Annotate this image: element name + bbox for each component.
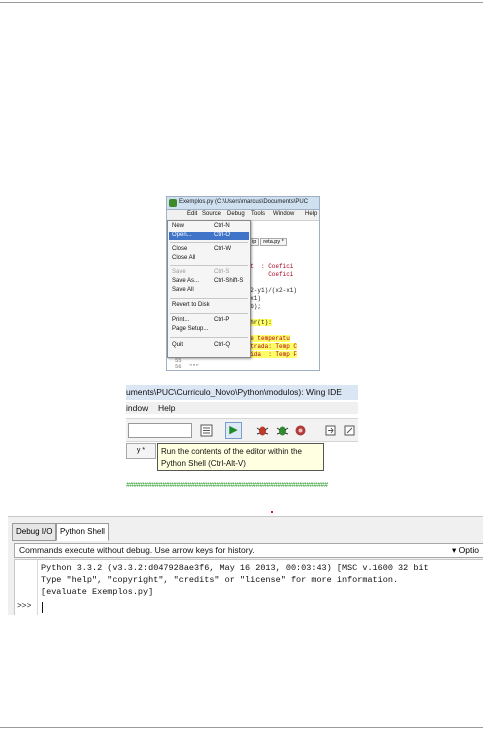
menu-item-label: Page Setup... [172, 326, 209, 332]
tab-python-shell[interactable]: Python Shell [56, 523, 109, 541]
search-field[interactable] [128, 423, 192, 438]
editor-tab-reta[interactable]: reta.py * [260, 238, 287, 246]
menu-tools[interactable]: Tools [251, 211, 265, 217]
line-number-gutter: 55 56 """ [167, 357, 199, 370]
step-out-icon[interactable] [341, 422, 358, 439]
wing-app-icon [169, 199, 177, 207]
menu-window[interactable]: indow [126, 403, 148, 413]
code-line: Saida : Temp F [243, 351, 298, 359]
menu-item-shortcut: Ctrl-Shift-S [214, 278, 244, 284]
menu-item-print[interactable]: Print... Ctrl-P [172, 317, 246, 325]
toolbar: ▶ [126, 418, 358, 442]
menu-item-shortcut: Ctrl-N [214, 223, 230, 229]
menu-debug[interactable]: Debug [227, 211, 245, 217]
debug-bug-icon[interactable] [254, 422, 271, 439]
menu-item-label: Print... [172, 317, 190, 323]
editor-tabs: ip reta.py * [249, 238, 288, 247]
page-bottom-rule [0, 727, 483, 728]
code-text: Saida : Temp F [243, 351, 298, 358]
console-output-line: [evaluate Exemplos.py] [41, 587, 154, 597]
file-menu-dropdown: New Ctrl-N Open... Ctrl-O Close Ctrl-W Clos… [167, 220, 251, 358]
title-bar: uments\PUC\Curriculo_Novo\Python\modulos… [126, 385, 358, 400]
tab-debug-io[interactable]: Debug I/O [12, 523, 57, 541]
menu-item-open[interactable]: Open... Ctrl-O [169, 232, 249, 240]
menu-item-save-as[interactable]: Save As... Ctrl-Shift-S [172, 278, 246, 286]
menu-item-label: Save As... [172, 278, 200, 284]
menu-item-shortcut: Ctrl-W [214, 246, 231, 252]
shell-status-text: Commands execute without debug. Use arro… [19, 545, 255, 555]
window-title: uments\PUC\Curriculo_Novo\Python\modulos… [126, 387, 342, 397]
menu-separator [170, 265, 248, 266]
code-text: (y2-y1)/(x2-x1) [243, 287, 298, 294]
menu-item-label: Close All [172, 255, 196, 261]
menu-item-new[interactable]: New Ctrl-N [172, 223, 246, 231]
title-bar: Exemplos.py (C:\Users\marcus\Documents\P… [167, 197, 319, 210]
shell-prompt: >>> [17, 602, 32, 611]
menu-item-save-all[interactable]: Save All [172, 287, 246, 295]
text-caret [42, 602, 43, 613]
menu-item-shortcut: Ctrl-P [214, 317, 230, 323]
menu-item-save[interactable]: Save Ctrl-S [172, 269, 246, 277]
menu-source[interactable]: Source [202, 211, 221, 217]
python-shell-panel: Debug I/O Python Shell Commands execute … [8, 516, 483, 615]
stop-icon[interactable] [292, 422, 309, 439]
options-dropdown[interactable]: ▾ Optio [452, 544, 479, 557]
menu-item-close[interactable]: Close Ctrl-W [172, 246, 246, 254]
code-comment-line: ########################################… [126, 482, 328, 490]
menu-bar: indow Help [126, 402, 358, 414]
page-top-rule [0, 2, 483, 3]
menu-item-label: Revert to Disk [172, 302, 210, 308]
menu-item-label: Quit [172, 342, 184, 348]
menu-window[interactable]: Window [273, 211, 294, 217]
debug-green-bug-icon[interactable] [274, 422, 291, 439]
menu-help[interactable]: Help [158, 403, 175, 413]
menu-item-label: Save [172, 269, 186, 275]
editor-tab[interactable]: y * [126, 443, 156, 459]
red-marker [271, 511, 273, 513]
menu-item-label: Save All [172, 287, 194, 293]
run-in-shell-button[interactable]: ▶ [225, 422, 242, 439]
docstring-quotes: """ [189, 363, 199, 370]
menu-separator [170, 337, 248, 338]
menu-separator [170, 242, 248, 243]
menu-separator [170, 313, 248, 314]
code-line: (y2-y1)/(x2-x1) [243, 287, 297, 295]
wing-toolbar-screenshot: uments\PUC\Curriculo_Novo\Python\modulos… [126, 385, 358, 497]
code-text: Entrada: Temp C [243, 343, 298, 350]
menu-item-shortcut: Ctrl-Q [214, 342, 230, 348]
run-tooltip: Run the contents of the editor within th… [157, 443, 324, 471]
indent-icon[interactable] [198, 422, 215, 439]
menu-item-page-setup[interactable]: Page Setup... [172, 326, 246, 334]
menu-edit[interactable]: Edit [187, 211, 197, 217]
wing-file-menu-screenshot: Exemplos.py (C:\Users\marcus\Documents\P… [166, 196, 320, 371]
window-title: Exemplos.py (C:\Users\marcus\Documents\P… [179, 199, 309, 205]
menu-item-label: Close [172, 246, 188, 252]
code-line: Entrada: Temp C [243, 343, 298, 351]
menu-item-quit[interactable]: Quit Ctrl-Q [172, 342, 246, 350]
menu-item-close-all[interactable]: Close All [172, 255, 246, 263]
line-number: 56 [175, 363, 182, 370]
menu-separator [170, 298, 248, 299]
menu-item-revert[interactable]: Revert to Disk [172, 302, 246, 310]
code-editor[interactable]: put : Coefici Coefici (y2-y1)/(x2-x1) x*… [243, 249, 319, 370]
menu-item-label: New [172, 223, 185, 229]
console-output-line: Type "help", "copyright", "credits" or "… [41, 575, 399, 585]
menu-item-label: Open... [172, 232, 192, 238]
step-icon[interactable] [322, 422, 339, 439]
menu-item-shortcut: Ctrl-S [214, 269, 230, 275]
shell-console[interactable]: Python 3.3.2 (v3.3.2:d047928ae3f6, May 1… [14, 559, 483, 615]
console-output-line: Python 3.3.2 (v3.3.2:d047928ae3f6, May 1… [41, 563, 429, 573]
menu-help[interactable]: Help [305, 211, 317, 217]
shell-status-bar: Commands execute without debug. Use arro… [14, 543, 483, 558]
menu-item-shortcut: Ctrl-O [214, 232, 230, 238]
